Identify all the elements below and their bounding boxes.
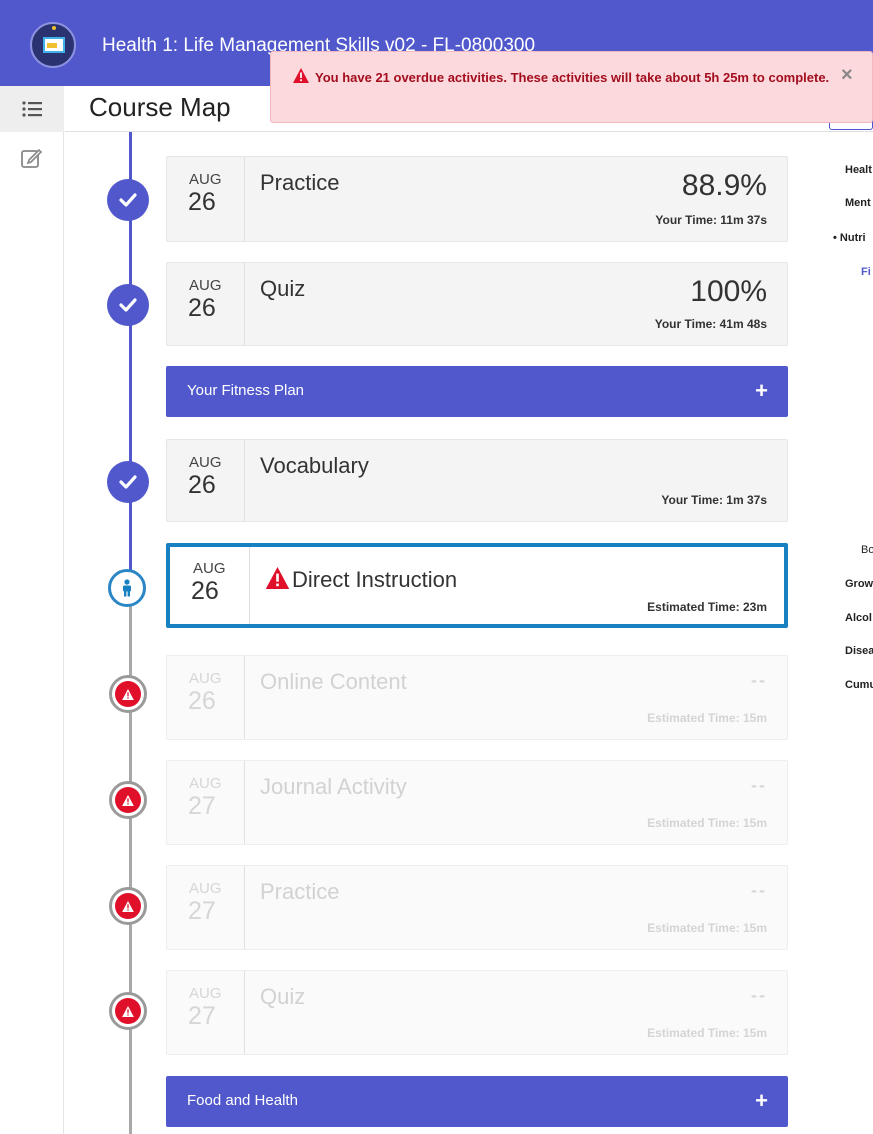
alert-message: You have 21 overdue activities. These ac… xyxy=(315,70,830,85)
nav-item-mental[interactable]: Ment xyxy=(845,197,871,209)
activity-title: Online Content xyxy=(260,669,407,694)
activity-card[interactable]: AUG 26 Vocabulary Your Time: 1m 37s xyxy=(166,439,788,522)
warning-icon xyxy=(109,675,147,713)
unit-section-label: Food and Health xyxy=(187,1092,298,1109)
activity-time: Your Time: 41m 48s xyxy=(654,317,767,331)
activity-month: AUG xyxy=(189,775,222,792)
overdue-alert: You have 21 overdue activities. These ac… xyxy=(270,51,873,123)
activity-day: 26 xyxy=(188,294,216,322)
activity-month: AUG xyxy=(189,880,222,897)
check-icon xyxy=(107,284,149,326)
expand-icon[interactable]: + xyxy=(755,378,768,404)
activity-day: 26 xyxy=(188,188,216,216)
check-icon xyxy=(107,179,149,221)
warning-icon xyxy=(265,567,290,589)
activity-title: Practice xyxy=(260,170,340,195)
activity-title: Practice xyxy=(260,879,340,904)
activity-score: 88.9% xyxy=(681,169,767,202)
activity-time: Your Time: 1m 37s xyxy=(661,493,767,507)
activity-score: 100% xyxy=(690,275,767,308)
list-icon xyxy=(22,101,42,117)
warning-icon xyxy=(293,68,309,83)
activity-date: AUG 26 xyxy=(167,656,245,739)
activity-date: AUG 27 xyxy=(167,866,245,949)
activity-time: Estimated Time: 23m xyxy=(647,600,767,614)
activity-title: Vocabulary xyxy=(260,453,369,478)
activity-day: 26 xyxy=(188,687,216,715)
menu-button[interactable] xyxy=(0,86,64,132)
activity-score: -- xyxy=(751,985,767,1005)
activity-title: Direct Instruction xyxy=(292,567,458,592)
check-icon xyxy=(107,461,149,503)
nav-item-disease[interactable]: Disea xyxy=(845,645,873,657)
activity-day: 27 xyxy=(188,897,216,925)
activity-month: AUG xyxy=(189,670,222,687)
activity-time: Estimated Time: 15m xyxy=(647,1026,767,1040)
nav-item-growth[interactable]: Grow xyxy=(845,578,873,590)
activity-date: AUG 27 xyxy=(167,971,245,1054)
activity-date: AUG 26 xyxy=(170,547,250,624)
activity-date: AUG 26 xyxy=(167,157,245,241)
warning-icon xyxy=(109,992,147,1030)
nav-item-cumulative[interactable]: Cumu xyxy=(845,679,873,691)
warning-icon xyxy=(109,887,147,925)
nav-item-body[interactable]: Bo xyxy=(861,544,873,556)
activity-score: -- xyxy=(751,670,767,690)
app-logo-icon[interactable] xyxy=(30,22,76,68)
activity-day: 26 xyxy=(191,577,219,605)
unit-section-header[interactable]: Your Fitness Plan + xyxy=(166,366,788,417)
activity-day: 27 xyxy=(188,792,216,820)
activity-card-current[interactable]: AUG 26 Direct Instruction Estimated Time… xyxy=(166,543,788,628)
activity-score: -- xyxy=(751,880,767,900)
activity-title: Quiz xyxy=(260,276,306,301)
activity-date: AUG 27 xyxy=(167,761,245,844)
nav-item-alcohol[interactable]: Alcol xyxy=(845,612,872,624)
activity-card[interactable]: AUG 26 Practice 88.9% Your Time: 11m 37s xyxy=(166,156,788,242)
activity-month: AUG xyxy=(189,277,222,294)
activity-time: Your Time: 11m 37s xyxy=(655,213,767,227)
activity-date: AUG 26 xyxy=(167,263,245,345)
activity-title: Journal Activity xyxy=(260,774,407,799)
activity-month: AUG xyxy=(189,454,222,471)
warning-icon xyxy=(109,781,147,819)
nav-item-nutrition[interactable]: • Nutri xyxy=(833,232,866,244)
activity-month: AUG xyxy=(193,560,226,577)
activity-card[interactable]: AUG 26 Online Content -- Estimated Time:… xyxy=(166,655,788,740)
unit-section-header[interactable]: Food and Health + xyxy=(166,1076,788,1127)
activity-day: 27 xyxy=(188,1002,216,1030)
activity-date: AUG 26 xyxy=(167,440,245,521)
nav-item-health[interactable]: Healt xyxy=(845,164,872,176)
activity-time: Estimated Time: 15m xyxy=(647,921,767,935)
activity-card[interactable]: AUG 27 Practice -- Estimated Time: 15m xyxy=(166,865,788,950)
activity-month: AUG xyxy=(189,171,222,188)
activity-title: Quiz xyxy=(260,984,306,1009)
activity-card[interactable]: AUG 27 Quiz -- Estimated Time: 15m xyxy=(166,970,788,1055)
activity-time: Estimated Time: 15m xyxy=(647,711,767,725)
person-icon xyxy=(108,569,146,607)
activity-time: Estimated Time: 15m xyxy=(647,816,767,830)
activity-card[interactable]: AUG 27 Journal Activity -- Estimated Tim… xyxy=(166,760,788,845)
expand-icon[interactable]: + xyxy=(755,1088,768,1114)
activity-day: 26 xyxy=(188,471,216,499)
edit-icon[interactable] xyxy=(20,146,44,170)
activity-card[interactable]: AUG 26 Quiz 100% Your Time: 41m 48s xyxy=(166,262,788,346)
page-title: Course Map xyxy=(89,92,231,122)
close-icon[interactable]: × xyxy=(841,64,853,87)
nav-item-fitness[interactable]: Fi xyxy=(861,266,871,278)
activity-month: AUG xyxy=(189,985,222,1002)
left-rail xyxy=(0,86,64,1134)
activity-score: -- xyxy=(751,775,767,795)
unit-section-label: Your Fitness Plan xyxy=(187,382,305,399)
